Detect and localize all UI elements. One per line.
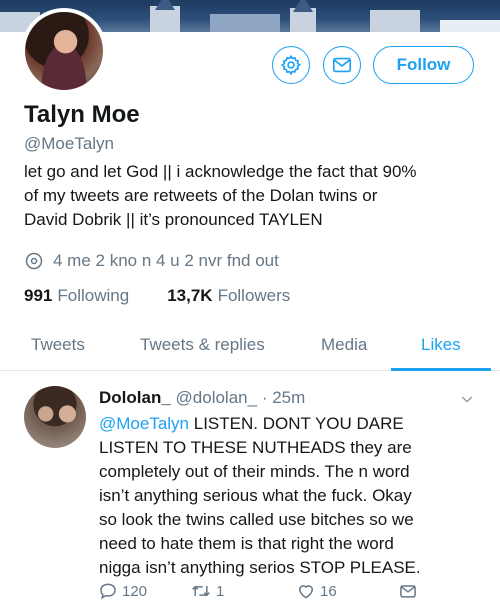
follow-button[interactable]: Follow xyxy=(373,46,474,84)
heart-icon xyxy=(298,585,314,599)
bio-line: David Dobrik || it’s pronounced TAYLEN xyxy=(24,210,323,229)
profile-name: Talyn Moe xyxy=(24,101,140,128)
following-stat[interactable]: 991 Following xyxy=(24,286,129,306)
retweet-button[interactable]: 1 xyxy=(190,581,224,601)
tab-media[interactable]: Media xyxy=(321,335,367,355)
location-text: 4 me 2 kno n 4 u 2 nvr fnd out xyxy=(53,251,279,270)
retweet-icon xyxy=(192,585,210,597)
retweet-count: 1 xyxy=(216,582,225,600)
like-count: 16 xyxy=(320,582,337,600)
following-count: 991 xyxy=(24,286,53,305)
tweet-text: @MoeTalyn LISTEN. DONT YOU DARE LISTEN T… xyxy=(99,412,489,580)
profile-bio: let go and let God || i acknowledge the … xyxy=(24,160,484,232)
settings-button[interactable] xyxy=(272,46,310,84)
tweet-item[interactable]: Dololan_ @dololan_ · 25m @MoeTalyn LISTE… xyxy=(0,372,500,602)
profile-tabs: Tweets Tweets & replies Media Likes xyxy=(0,329,500,371)
followers-label: Followers xyxy=(217,286,291,305)
tweet-line: LISTEN. DONT YOU DARE xyxy=(189,414,404,433)
like-button[interactable]: 16 xyxy=(296,581,337,601)
active-tab-indicator xyxy=(391,368,491,371)
tab-tweets[interactable]: Tweets xyxy=(31,335,85,355)
tab-likes[interactable]: Likes xyxy=(421,335,461,355)
profile-handle: @MoeTalyn xyxy=(24,134,115,153)
tweet-line: completely out of their minds. The n wor… xyxy=(99,462,410,481)
tweet-author-handle: @dololan_ xyxy=(175,388,258,407)
tweet-line: so look the twins called use bitches so … xyxy=(99,510,414,529)
envelope-icon xyxy=(332,57,352,73)
reply-count: 120 xyxy=(122,582,148,600)
followers-count: 13,7K xyxy=(167,286,213,305)
tweet-line: nigga isn’t anything serios STOP PLEASE. xyxy=(99,558,421,577)
profile-location: 4 me 2 kno n 4 u 2 nvr fnd out xyxy=(24,251,279,271)
tweet-line: isn’t anything serious what the fuck. Ok… xyxy=(99,486,412,505)
followers-stat[interactable]: 13,7K Followers xyxy=(167,286,290,306)
bio-line: let go and let God || i acknowledge the … xyxy=(24,162,417,181)
tweet-time: · 25m xyxy=(261,388,306,407)
share-button[interactable] xyxy=(398,581,422,601)
tweet-line: need to hate them is that right the word xyxy=(99,534,394,553)
tab-tweets-replies[interactable]: Tweets & replies xyxy=(140,335,265,355)
tweet-header: Dololan_ @dololan_ · 25m xyxy=(99,388,305,408)
tweet-mention[interactable]: @MoeTalyn xyxy=(99,414,189,433)
tweet-line: LISTEN TO THESE NUTHEADS they are xyxy=(99,438,412,457)
bio-line: of my tweets are retweets of the Dolan t… xyxy=(24,186,378,205)
message-button[interactable] xyxy=(323,46,361,84)
location-pin-icon xyxy=(25,252,43,270)
share-icon xyxy=(400,585,416,598)
tweet-avatar[interactable] xyxy=(24,386,86,448)
reply-icon xyxy=(100,583,116,600)
profile-stats: 991 Following 13,7K Followers xyxy=(24,286,328,306)
following-label: Following xyxy=(57,286,130,305)
reply-button[interactable]: 120 xyxy=(98,581,147,601)
tweet-actions: 120 1 16 xyxy=(0,581,500,602)
tweet-author-name[interactable]: Dololan_ xyxy=(99,388,171,407)
profile-avatar[interactable] xyxy=(21,8,107,94)
gear-icon xyxy=(280,54,302,76)
chevron-down-icon[interactable] xyxy=(459,391,475,407)
